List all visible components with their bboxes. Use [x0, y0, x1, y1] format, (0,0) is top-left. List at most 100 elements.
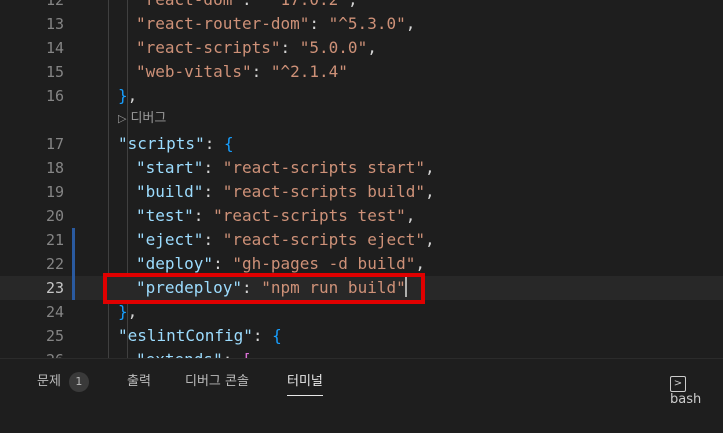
- problems-count-badge: 1: [68, 372, 89, 392]
- code-line[interactable]: 17 "scripts": {: [0, 132, 723, 156]
- tab-output[interactable]: 출력: [127, 371, 151, 395]
- code-token: "gh-pages -d build": [232, 254, 416, 273]
- code-line[interactable]: 21 "eject": "react-scripts eject",: [0, 228, 723, 252]
- play-outline-icon: ▷: [118, 112, 127, 125]
- line-number: 23: [45, 279, 64, 297]
- tab-debug-console[interactable]: 디버그 콘솔: [185, 371, 249, 395]
- code-line[interactable]: 14 "react-scripts": "5.0.0",: [0, 36, 723, 60]
- line-number: 25: [45, 327, 64, 345]
- code-token: "build": [136, 182, 204, 201]
- terminal-name: bash: [670, 392, 702, 407]
- terminal-icon: >: [670, 376, 686, 392]
- code-line[interactable]: 19 "build": "react-scripts build",: [0, 180, 723, 204]
- codelens-label: 디버그: [130, 111, 167, 126]
- tab-terminal[interactable]: 터미널: [287, 371, 323, 396]
- code-text: "eject": "react-scripts eject",: [136, 228, 435, 252]
- code-line[interactable]: 26 "extends": [: [0, 348, 723, 358]
- code-token: "react-scripts start": [222, 158, 425, 177]
- code-text: "react-router-dom": "^5.3.0",: [136, 12, 415, 36]
- code-token: ,: [348, 0, 358, 9]
- line-number: 18: [45, 159, 64, 177]
- code-token: :: [251, 62, 271, 81]
- code-token: ,: [425, 230, 435, 249]
- line-number: 19: [45, 183, 64, 201]
- code-token: "^17.0.2": [261, 0, 348, 9]
- code-token: :: [213, 254, 233, 273]
- code-text: },: [118, 84, 137, 108]
- code-token: }: [118, 86, 128, 105]
- code-line[interactable]: 12 "react-dom": "^17.0.2",: [0, 0, 723, 12]
- code-token: :: [203, 182, 223, 201]
- line-number: 17: [45, 135, 64, 153]
- line-number: 22: [45, 255, 64, 273]
- code-token: ,: [405, 14, 416, 33]
- code-line[interactable]: 13 "react-router-dom": "^5.3.0",: [0, 12, 723, 36]
- code-token: :: [309, 14, 329, 33]
- code-token: "react-scripts build": [222, 182, 425, 201]
- code-token: ,: [127, 86, 138, 105]
- code-line[interactable]: 18 "start": "react-scripts start",: [0, 156, 723, 180]
- code-text: "eslintConfig": {: [118, 324, 282, 348]
- line-number: 20: [45, 207, 64, 225]
- code-line[interactable]: 25 "eslintConfig": {: [0, 324, 723, 348]
- line-number: 24: [45, 303, 64, 321]
- line-number: 16: [45, 87, 64, 105]
- code-text: "test": "react-scripts test",: [136, 204, 415, 228]
- line-number: 12: [45, 0, 64, 9]
- line-number: 21: [45, 231, 64, 249]
- code-token: {: [223, 134, 234, 153]
- code-token: "extends": [136, 350, 223, 358]
- debug-codelens[interactable]: ▷ 디버그: [118, 108, 166, 130]
- line-number: 26: [0, 348, 64, 358]
- code-text: "extends": [: [136, 348, 252, 358]
- code-token: :: [203, 230, 223, 249]
- tab-label: 문제: [37, 374, 61, 389]
- code-token: :: [193, 206, 214, 225]
- code-line[interactable]: 20 "test": "react-scripts test",: [0, 204, 723, 228]
- code-token: :: [203, 158, 223, 177]
- code-token: "^5.3.0": [328, 14, 406, 33]
- code-text: "react-scripts": "5.0.0",: [136, 36, 377, 60]
- line-number: 15: [45, 63, 64, 81]
- code-text: "scripts": {: [118, 132, 234, 156]
- highlight-annotation: [103, 273, 425, 304]
- code-token: "react-scripts eject": [222, 230, 425, 249]
- code-token: "scripts": [118, 134, 205, 153]
- code-token: "start": [136, 158, 204, 177]
- code-token: :: [280, 38, 300, 57]
- code-token: ,: [415, 254, 425, 273]
- code-token: ,: [127, 302, 138, 321]
- code-token: ,: [367, 38, 377, 57]
- code-token: "react-router-dom": [136, 14, 310, 33]
- code-token: "react-scripts test": [213, 206, 406, 225]
- code-token: "eslintConfig": [118, 326, 253, 345]
- code-token: "react-dom": [136, 0, 242, 9]
- code-token: {: [272, 326, 282, 345]
- code-token: [: [242, 350, 252, 358]
- code-text: "react-dom": "^17.0.2",: [136, 0, 358, 12]
- code-token: :: [252, 326, 273, 345]
- code-token: "deploy": [136, 254, 214, 273]
- code-token: ,: [405, 206, 416, 225]
- tab-problems[interactable]: 문제 1: [37, 371, 89, 395]
- code-token: }: [118, 302, 128, 321]
- tab-label: 터미널: [287, 374, 323, 389]
- code-token: "^2.1.4": [270, 62, 348, 81]
- code-token: ,: [425, 158, 435, 177]
- bottom-panel: 문제 1 출력 디버그 콘솔 터미널 >bash: [0, 358, 723, 433]
- code-editor[interactable]: 12 "react-dom": "^17.0.2", 13 "react-router…: [0, 0, 723, 358]
- tab-label: 디버그 콘솔: [185, 374, 249, 389]
- code-line[interactable]: 15 "web-vitals": "^2.1.4": [0, 60, 723, 84]
- code-token: "eject": [136, 230, 204, 249]
- line-number: 13: [45, 15, 64, 33]
- code-line[interactable]: 16},: [0, 84, 723, 108]
- terminal-selector[interactable]: >bash: [670, 372, 723, 407]
- code-token: ,: [425, 182, 435, 201]
- code-text: "build": "react-scripts build",: [136, 180, 435, 204]
- code-token: "web-vitals": [136, 62, 252, 81]
- line-number: 14: [45, 39, 64, 57]
- git-change-marker: [72, 228, 75, 300]
- code-token: :: [223, 350, 242, 358]
- code-token: :: [242, 0, 261, 9]
- tab-label: 출력: [127, 374, 151, 389]
